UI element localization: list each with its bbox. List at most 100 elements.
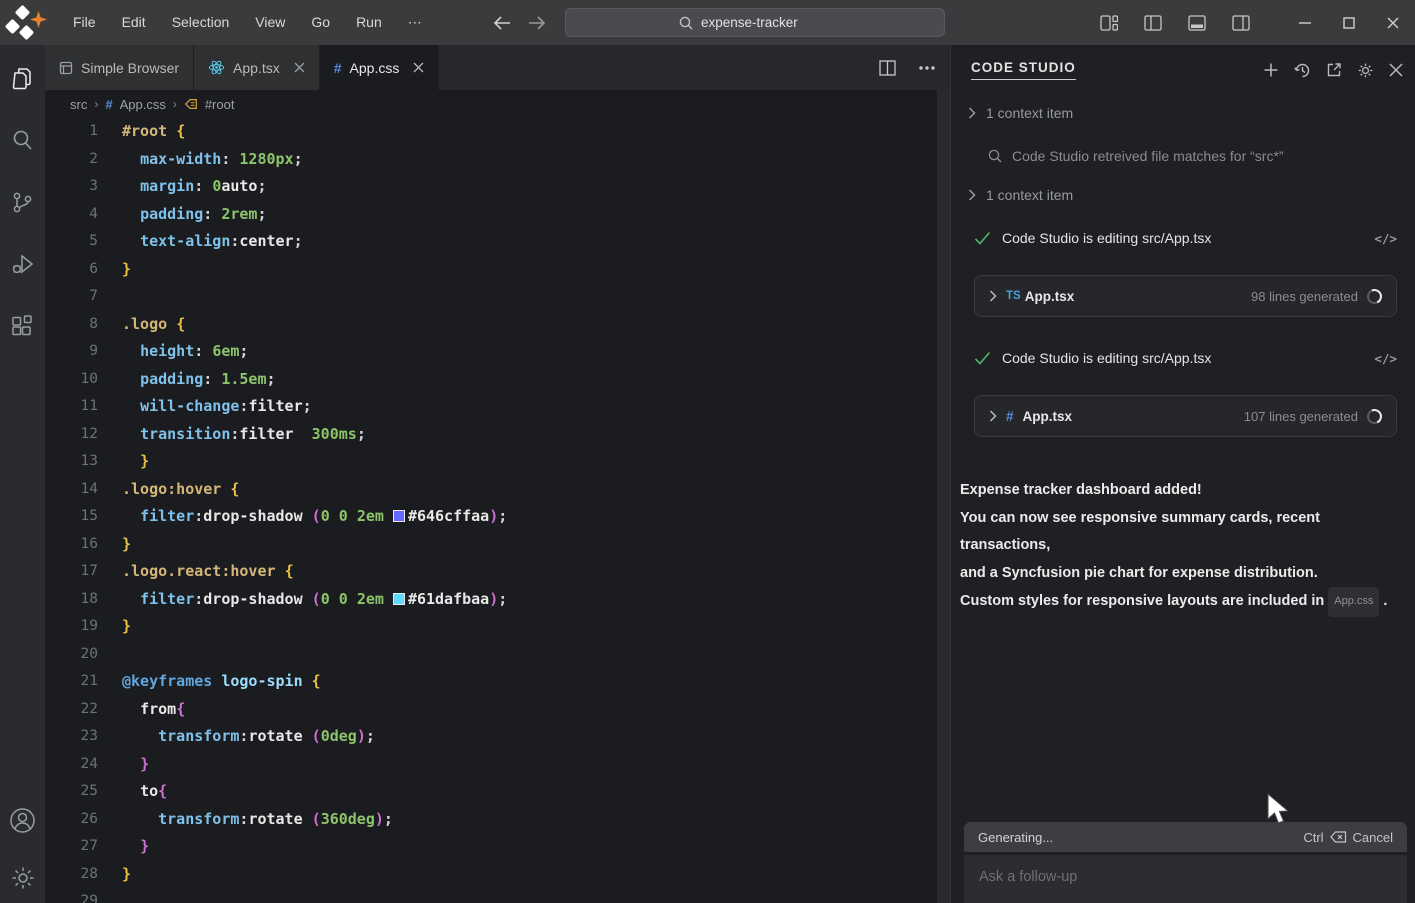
line-number[interactable]: 27 [45, 833, 98, 861]
code-line[interactable]: 18 filter:drop-shadow (0 0 2em #61dafbaa… [45, 586, 937, 614]
line-number[interactable]: 6 [45, 256, 98, 284]
code-line[interactable]: 23 transform:rotate (0deg); [45, 723, 937, 751]
code-line[interactable]: 3 margin: 0auto; [45, 173, 937, 201]
code-line[interactable]: 15 filter:drop-shadow (0 0 2em #646cffaa… [45, 503, 937, 531]
line-number[interactable]: 3 [45, 173, 98, 201]
line-number[interactable]: 23 [45, 723, 98, 751]
color-swatch-icon[interactable] [393, 510, 405, 522]
breadcrumb-folder[interactable]: src [70, 97, 87, 112]
code-line[interactable]: 25 to{ [45, 778, 937, 806]
menu-item-view[interactable]: View [242, 0, 298, 45]
code-line[interactable]: 20 [45, 641, 937, 669]
line-number[interactable]: 22 [45, 696, 98, 724]
customize-layout-icon[interactable] [1100, 15, 1118, 31]
more-actions-icon[interactable] [918, 65, 936, 71]
search-sidebar-icon[interactable] [10, 128, 35, 153]
editor-scrollbar[interactable] [937, 90, 950, 903]
breadcrumb-file[interactable]: App.css [120, 97, 166, 112]
menu-item-run[interactable]: Run [343, 0, 395, 45]
code-line[interactable]: 19} [45, 613, 937, 641]
code-line[interactable]: 5 text-align:center; [45, 228, 937, 256]
code-line[interactable]: 4 padding: 2rem; [45, 201, 937, 229]
close-tab-icon[interactable] [294, 62, 305, 73]
tab-app-tsx[interactable]: App.tsx [194, 45, 320, 90]
settings-gear-icon[interactable] [10, 865, 36, 891]
code-line[interactable]: 12 transition:filter 300ms; [45, 421, 937, 449]
line-number[interactable]: 4 [45, 201, 98, 229]
line-number[interactable]: 7 [45, 283, 98, 311]
code-line[interactable]: 28} [45, 861, 937, 889]
menu-item-edit[interactable]: Edit [109, 0, 159, 45]
explorer-icon[interactable] [10, 65, 36, 91]
followup-input-box[interactable] [964, 855, 1407, 903]
line-number[interactable]: 20 [45, 641, 98, 669]
line-number[interactable]: 28 [45, 861, 98, 889]
menu-item-file[interactable]: File [60, 0, 109, 45]
context-row-top[interactable]: 1 context item [951, 102, 1415, 124]
history-icon[interactable] [1294, 62, 1311, 79]
code-line[interactable]: 8.logo { [45, 311, 937, 339]
account-icon[interactable] [9, 807, 36, 834]
line-number[interactable]: 25 [45, 778, 98, 806]
toggle-primary-sidebar-icon[interactable] [1144, 15, 1162, 31]
code-line[interactable]: 26 transform:rotate (360deg); [45, 806, 937, 834]
line-number[interactable]: 29 [45, 888, 98, 903]
search-input[interactable] [701, 15, 831, 30]
line-number[interactable]: 13 [45, 448, 98, 476]
generated-file-card[interactable]: # App.tsx 107 lines generated [974, 395, 1397, 437]
line-number[interactable]: 8 [45, 311, 98, 339]
context-row-bottom[interactable]: 1 context item [951, 184, 1415, 206]
line-number[interactable]: 26 [45, 806, 98, 834]
code-line[interactable]: 16} [45, 531, 937, 559]
chevron-right-icon[interactable] [989, 290, 997, 302]
line-number[interactable]: 11 [45, 393, 98, 421]
line-number[interactable]: 2 [45, 146, 98, 174]
line-number[interactable]: 15 [45, 503, 98, 531]
line-number[interactable]: 12 [45, 421, 98, 449]
tab-app-css[interactable]: # App.css [320, 45, 440, 90]
line-number[interactable]: 10 [45, 366, 98, 394]
line-number[interactable]: 24 [45, 751, 98, 779]
line-number[interactable]: 17 [45, 558, 98, 586]
breadcrumb-symbol[interactable]: #root [205, 97, 235, 112]
menu-item-[interactable]: ⋯ [395, 0, 435, 45]
line-number[interactable]: 19 [45, 613, 98, 641]
toggle-secondary-sidebar-icon[interactable] [1232, 15, 1250, 31]
forward-arrow-icon[interactable] [527, 15, 547, 31]
code-line[interactable]: 11 will-change:filter; [45, 393, 937, 421]
close-window-button[interactable] [1371, 0, 1415, 45]
toggle-panel-icon[interactable] [1188, 15, 1206, 31]
cancel-shortcut[interactable]: Ctrl Cancel [1303, 830, 1393, 845]
line-number[interactable]: 5 [45, 228, 98, 256]
panel-settings-icon[interactable] [1357, 62, 1374, 79]
tab-simple-browser[interactable]: Simple Browser [45, 45, 194, 90]
close-tab-icon[interactable] [413, 62, 424, 73]
command-search-box[interactable] [565, 8, 945, 37]
code-editor[interactable]: 1#root {2 max-width: 1280px;3 margin: 0a… [45, 118, 937, 903]
line-number[interactable]: 9 [45, 338, 98, 366]
code-line[interactable]: 14.logo:hover { [45, 476, 937, 504]
menu-item-selection[interactable]: Selection [159, 0, 243, 45]
line-number[interactable]: 21 [45, 668, 98, 696]
source-control-icon[interactable] [10, 190, 35, 215]
line-number[interactable]: 1 [45, 118, 98, 146]
code-line[interactable]: 24 } [45, 751, 937, 779]
line-number[interactable]: 16 [45, 531, 98, 559]
followup-input[interactable] [964, 855, 1407, 899]
close-panel-icon[interactable] [1389, 63, 1403, 77]
code-line[interactable]: 27 } [45, 833, 937, 861]
new-chat-icon[interactable] [1263, 62, 1279, 78]
color-swatch-icon[interactable] [393, 593, 405, 605]
code-line[interactable]: 21@keyframes logo-spin { [45, 668, 937, 696]
code-line[interactable]: 1#root { [45, 118, 937, 146]
extensions-icon[interactable] [10, 314, 35, 339]
generated-file-card[interactable]: TS App.tsx 98 lines generated [974, 275, 1397, 317]
code-line[interactable]: 9 height: 6em; [45, 338, 937, 366]
maximize-button[interactable] [1327, 0, 1371, 45]
code-line[interactable]: 22 from{ [45, 696, 937, 724]
code-line[interactable]: 2 max-width: 1280px; [45, 146, 937, 174]
open-in-editor-icon[interactable] [1326, 62, 1342, 78]
minimize-button[interactable] [1283, 0, 1327, 45]
chevron-right-icon[interactable] [989, 410, 997, 422]
run-debug-icon[interactable] [10, 252, 36, 277]
